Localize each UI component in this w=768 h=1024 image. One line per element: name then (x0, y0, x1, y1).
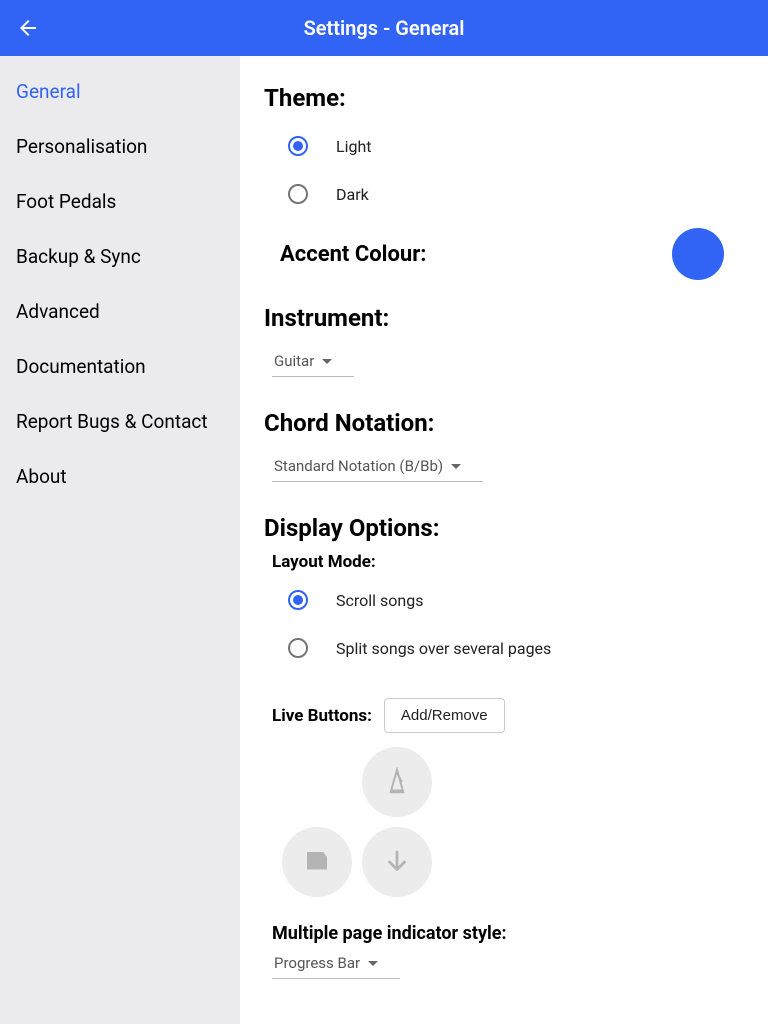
sidebar-item-documentation[interactable]: Documentation (0, 339, 240, 394)
layout-mode-heading: Layout Mode: (272, 552, 744, 572)
radio-icon (288, 590, 308, 610)
live-buttons-grid (282, 747, 744, 897)
chord-notation-value: Standard Notation (B/Bb) (274, 457, 443, 475)
chord-notation-dropdown[interactable]: Standard Notation (B/Bb) (272, 451, 483, 482)
arrow-back-icon (16, 16, 40, 40)
chevron-down-icon (322, 359, 332, 364)
sidebar-item-general[interactable]: General (0, 64, 240, 119)
main-content: Theme: Light Dark Accent Colour: Instrum… (240, 56, 768, 1024)
note-icon (302, 847, 332, 877)
live-button-note[interactable] (282, 827, 352, 897)
display-options-heading: Display Options: (264, 514, 744, 542)
theme-option-label: Light (336, 137, 372, 156)
sidebar-item-foot-pedals[interactable]: Foot Pedals (0, 174, 240, 229)
chevron-down-icon (451, 464, 461, 469)
sidebar-item-advanced[interactable]: Advanced (0, 284, 240, 339)
live-button-metronome[interactable] (362, 747, 432, 817)
chevron-down-icon (368, 961, 378, 966)
sidebar-item-report-bugs[interactable]: Report Bugs & Contact (0, 394, 240, 449)
theme-option-dark[interactable]: Dark (264, 170, 744, 218)
chord-notation-heading: Chord Notation: (264, 409, 744, 437)
live-buttons-heading: Live Buttons: (272, 706, 372, 726)
layout-option-label: Scroll songs (336, 591, 423, 610)
arrow-down-icon (382, 847, 412, 877)
instrument-dropdown[interactable]: Guitar (272, 346, 354, 377)
page-indicator-heading: Multiple page indicator style: (272, 923, 744, 944)
page-indicator-dropdown[interactable]: Progress Bar (272, 948, 400, 979)
accent-colour-heading: Accent Colour: (280, 242, 426, 267)
radio-icon (288, 638, 308, 658)
layout-option-label: Split songs over several pages (336, 639, 551, 658)
sidebar-item-backup-sync[interactable]: Backup & Sync (0, 229, 240, 284)
theme-heading: Theme: (264, 84, 744, 112)
instrument-heading: Instrument: (264, 304, 744, 332)
theme-option-label: Dark (336, 185, 369, 204)
sidebar-item-personalisation[interactable]: Personalisation (0, 119, 240, 174)
back-button[interactable] (16, 16, 40, 40)
radio-icon (288, 184, 308, 204)
layout-option-split[interactable]: Split songs over several pages (264, 624, 744, 672)
sidebar: General Personalisation Foot Pedals Back… (0, 56, 240, 1024)
page-title: Settings - General (0, 16, 768, 40)
layout-option-scroll[interactable]: Scroll songs (264, 576, 744, 624)
add-remove-button[interactable]: Add/Remove (384, 698, 505, 733)
radio-icon (288, 136, 308, 156)
appbar: Settings - General (0, 0, 768, 56)
theme-option-light[interactable]: Light (264, 122, 744, 170)
page-indicator-value: Progress Bar (274, 954, 360, 972)
live-button-scroll-down[interactable] (362, 827, 432, 897)
metronome-icon (382, 767, 412, 797)
instrument-value: Guitar (274, 352, 314, 370)
accent-colour-swatch[interactable] (672, 228, 724, 280)
sidebar-item-about[interactable]: About (0, 449, 240, 504)
